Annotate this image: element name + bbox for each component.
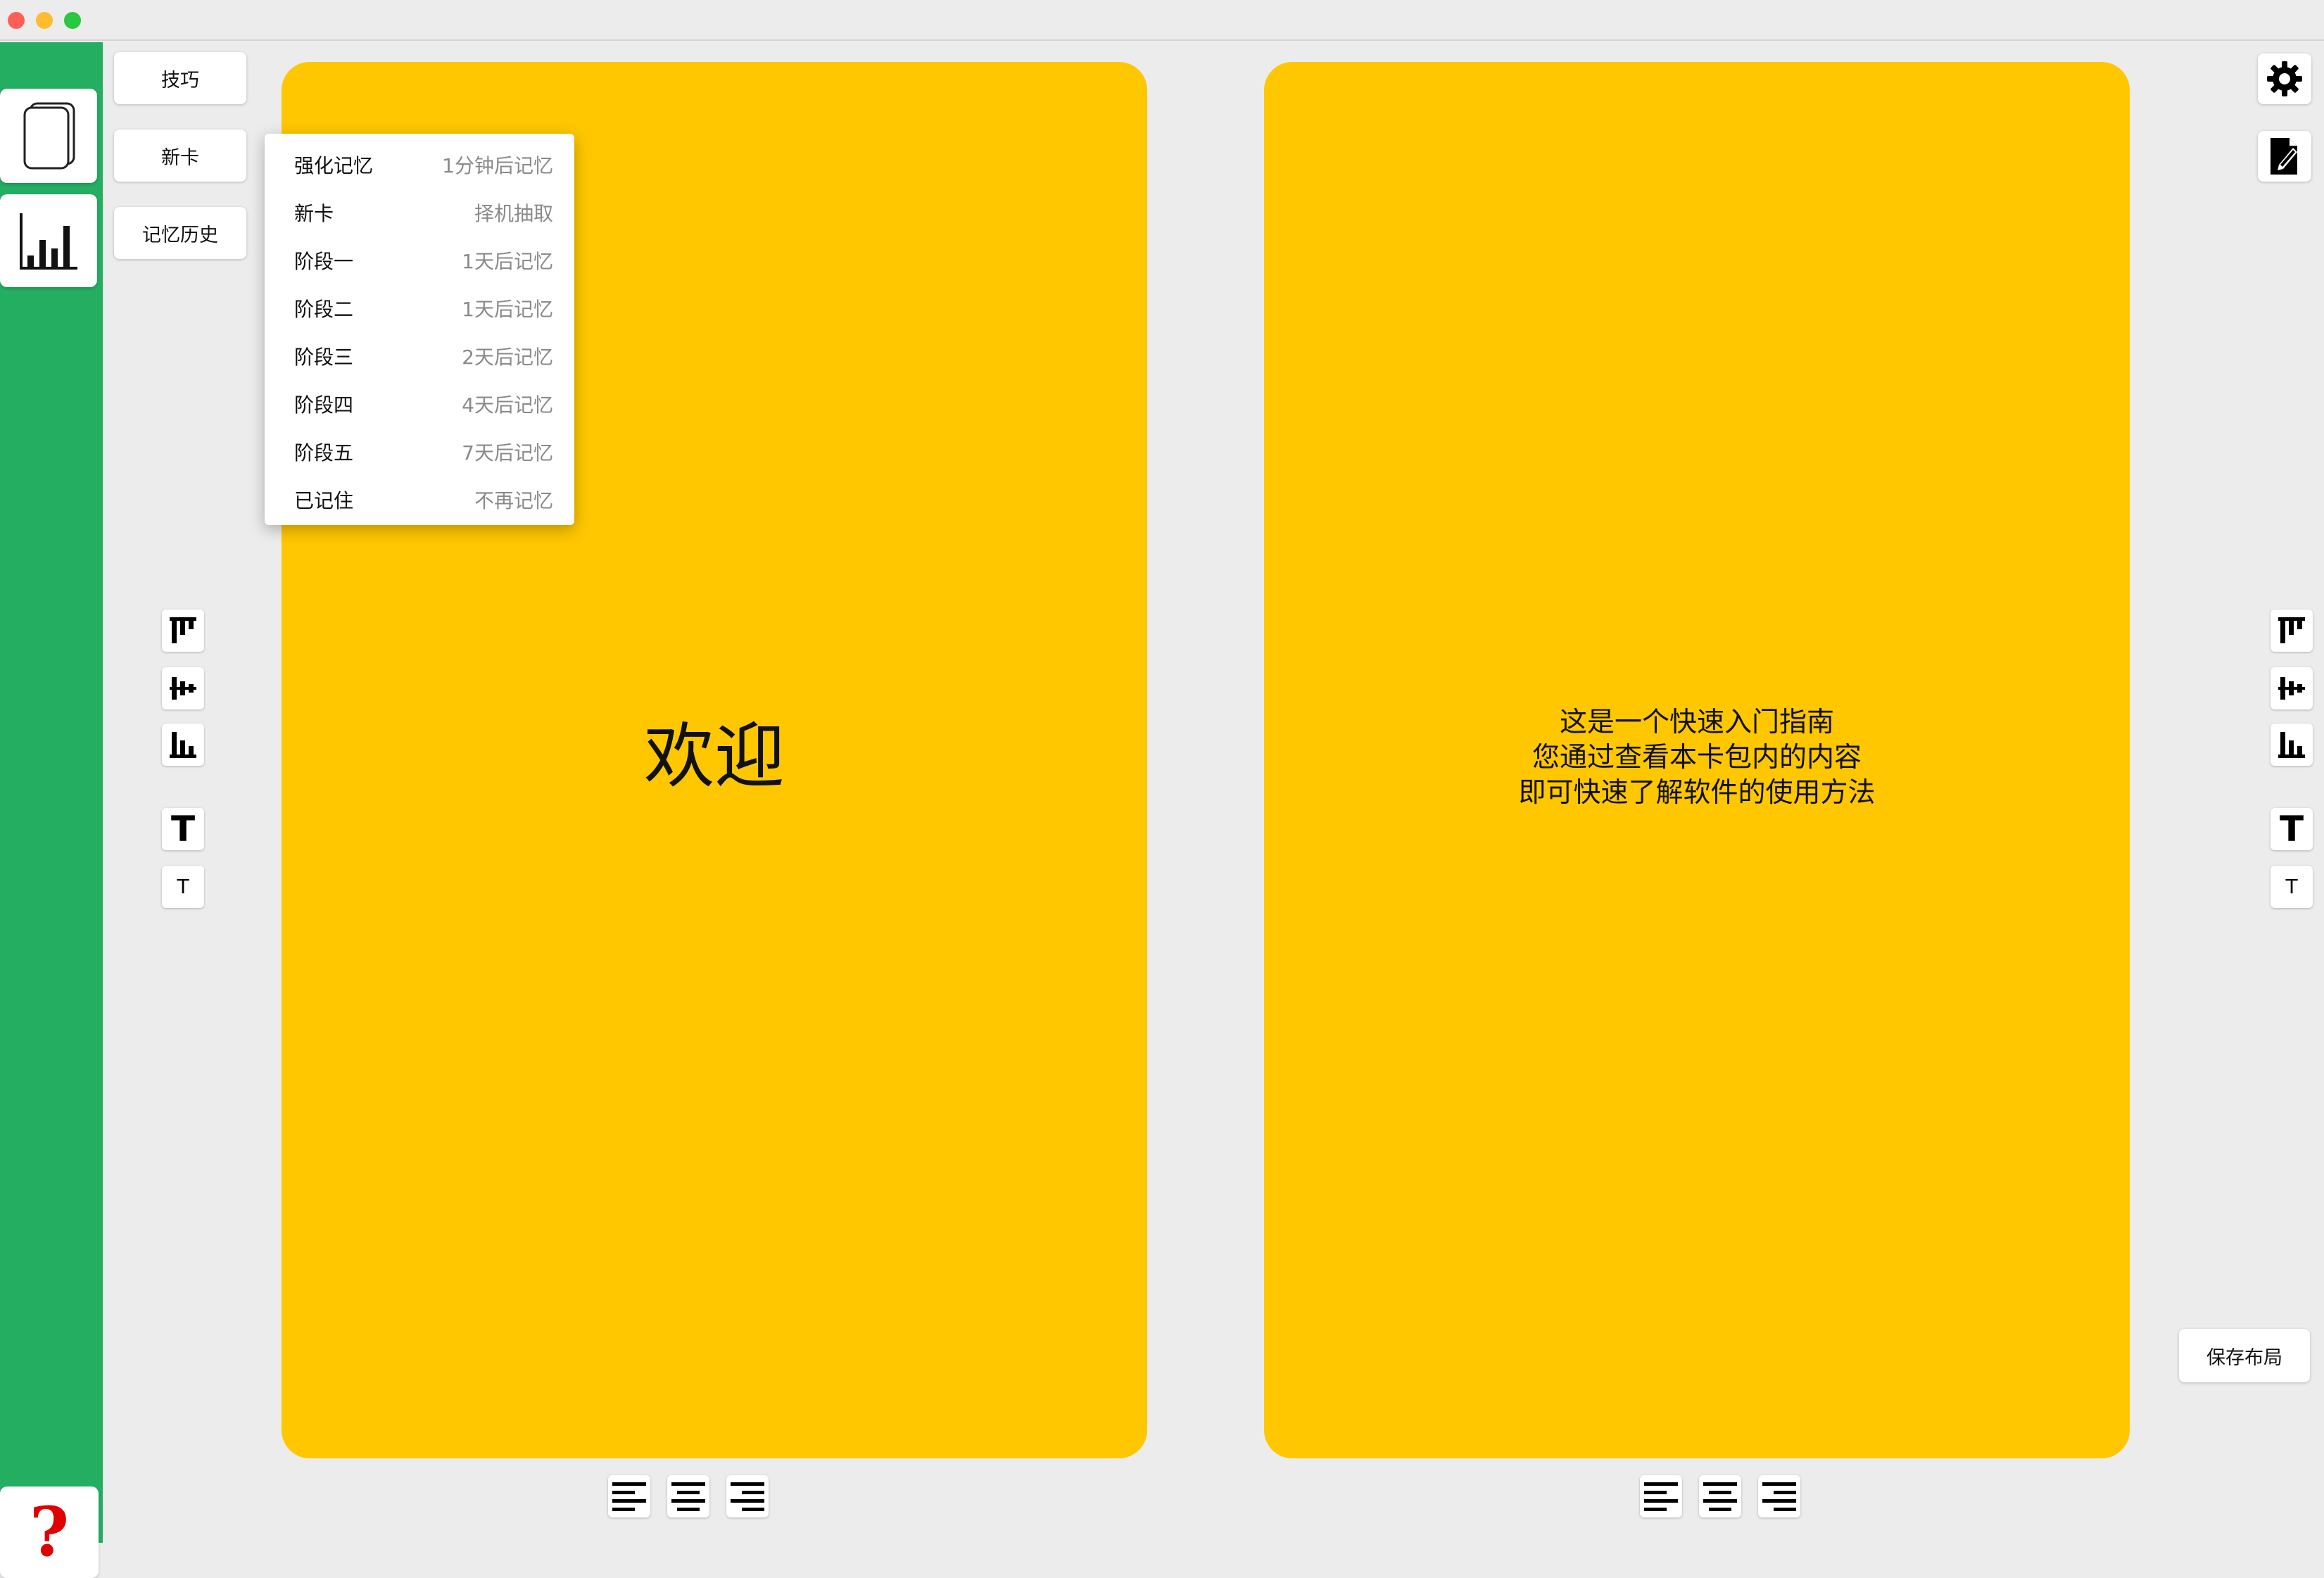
dropdown-item-interval: 1天后记忆 [462, 298, 553, 321]
align-top-button[interactable] [162, 610, 204, 652]
align-middle-button[interactable] [2271, 667, 2313, 709]
text-large-icon: T [170, 809, 196, 850]
dropdown-item-interval: 不再记忆 [474, 489, 553, 512]
text-small-icon: T [177, 875, 189, 898]
settings-button[interactable] [2258, 53, 2311, 104]
dropdown-item-stage-4[interactable]: 阶段四 4天后记忆 [265, 381, 574, 429]
text-align-right-icon [731, 1482, 764, 1511]
new-card-dropdown-menu: 强化记忆 1分钟后记忆 新卡 择机抽取 阶段一 1天后记忆 阶段二 1天后记忆 … [265, 134, 574, 525]
dropdown-item-label: 已记住 [294, 489, 354, 512]
dropdown-item-label: 阶段三 [294, 346, 354, 369]
new-card-button[interactable]: 新卡 [114, 130, 246, 182]
dropdown-item-stage-1[interactable]: 阶段一 1天后记忆 [265, 238, 574, 286]
card-back-line: 您通过查看本卡包内的内容 [1532, 742, 1862, 774]
align-top-icon [170, 617, 196, 643]
align-bottom-icon [170, 732, 196, 758]
dropdown-item-interval: 1分钟后记忆 [442, 154, 553, 177]
dropdown-item-label: 阶段一 [294, 250, 354, 273]
text-size-increase-button[interactable]: T [162, 808, 204, 850]
dropdown-item-label: 阶段五 [294, 441, 354, 465]
align-bottom-icon [2278, 732, 2305, 758]
text-align-center-icon [1703, 1482, 1737, 1511]
text-align-right-button[interactable] [1758, 1475, 1800, 1517]
memory-history-button[interactable]: 记忆历史 [114, 207, 246, 259]
text-small-icon: T [2285, 875, 2298, 898]
align-middle-button[interactable] [162, 667, 204, 709]
text-align-center-button[interactable] [1699, 1475, 1741, 1517]
gear-icon [2267, 61, 2302, 96]
question-mark-icon: ? [29, 1492, 70, 1572]
dropdown-item-label: 新卡 [294, 202, 334, 225]
cards-icon [23, 102, 75, 170]
dropdown-item-stage-3[interactable]: 阶段三 2天后记忆 [265, 334, 574, 381]
text-size-increase-button[interactable]: T [2271, 808, 2313, 850]
dropdown-item-interval: 2天后记忆 [462, 346, 553, 369]
text-large-icon: T [2279, 809, 2304, 850]
text-size-decrease-button[interactable]: T [162, 866, 204, 908]
tips-button[interactable]: 技巧 [114, 52, 246, 104]
align-bottom-button[interactable] [162, 724, 204, 766]
dropdown-item-label: 强化记忆 [294, 154, 374, 177]
text-align-center-icon [671, 1482, 705, 1511]
save-layout-button[interactable]: 保存布局 [2179, 1329, 2310, 1382]
card-front-text: 欢迎 [644, 715, 785, 797]
window-titlebar [0, 0, 2324, 41]
card-back-line: 这是一个快速入门指南 [1559, 707, 1834, 738]
edit-card-button[interactable] [2258, 131, 2311, 182]
align-bottom-button[interactable] [2271, 724, 2313, 766]
bar-chart-icon [20, 213, 77, 270]
text-align-right-button[interactable] [726, 1475, 769, 1517]
align-middle-icon [2278, 677, 2305, 700]
text-align-right-icon [1762, 1482, 1796, 1511]
help-button[interactable]: ? [0, 1487, 99, 1578]
text-align-left-button[interactable] [608, 1475, 650, 1517]
text-align-left-button[interactable] [1640, 1475, 1682, 1517]
dropdown-item-interval: 1天后记忆 [462, 250, 553, 273]
align-middle-icon [170, 677, 196, 700]
dropdown-item-interval: 择机抽取 [474, 202, 553, 225]
zoom-window-button[interactable] [64, 12, 81, 29]
dropdown-item-reinforce[interactable]: 强化记忆 1分钟后记忆 [265, 142, 574, 190]
dropdown-item-interval: 4天后记忆 [462, 393, 553, 417]
text-size-decrease-button[interactable]: T [2271, 866, 2313, 908]
sidebar: ? [0, 42, 103, 1578]
dropdown-item-new-card[interactable]: 新卡 择机抽取 [265, 190, 574, 238]
dropdown-item-label: 阶段四 [294, 393, 354, 417]
card-back-line: 即可快速了解软件的使用方法 [1518, 777, 1876, 809]
text-align-left-icon [1644, 1482, 1678, 1511]
dropdown-item-memorized[interactable]: 已记住 不再记忆 [265, 477, 574, 525]
text-align-center-button[interactable] [667, 1475, 709, 1517]
align-top-button[interactable] [2271, 610, 2313, 652]
close-window-button[interactable] [8, 12, 25, 29]
dropdown-item-stage-2[interactable]: 阶段二 1天后记忆 [265, 286, 574, 334]
card-back-text: 这是一个快速入门指南 您通过查看本卡包内的内容 即可快速了解软件的使用方法 [1264, 705, 2130, 811]
dropdown-item-label: 阶段二 [294, 298, 354, 321]
dropdown-item-stage-5[interactable]: 阶段五 7天后记忆 [265, 429, 574, 477]
minimize-window-button[interactable] [36, 12, 53, 29]
sidebar-item-statistics[interactable] [0, 194, 97, 287]
dropdown-item-interval: 7天后记忆 [462, 441, 553, 465]
sidebar-item-cards[interactable] [0, 89, 97, 183]
text-align-left-icon [612, 1482, 646, 1511]
align-top-icon [2278, 617, 2305, 643]
edit-document-icon [2271, 138, 2297, 175]
